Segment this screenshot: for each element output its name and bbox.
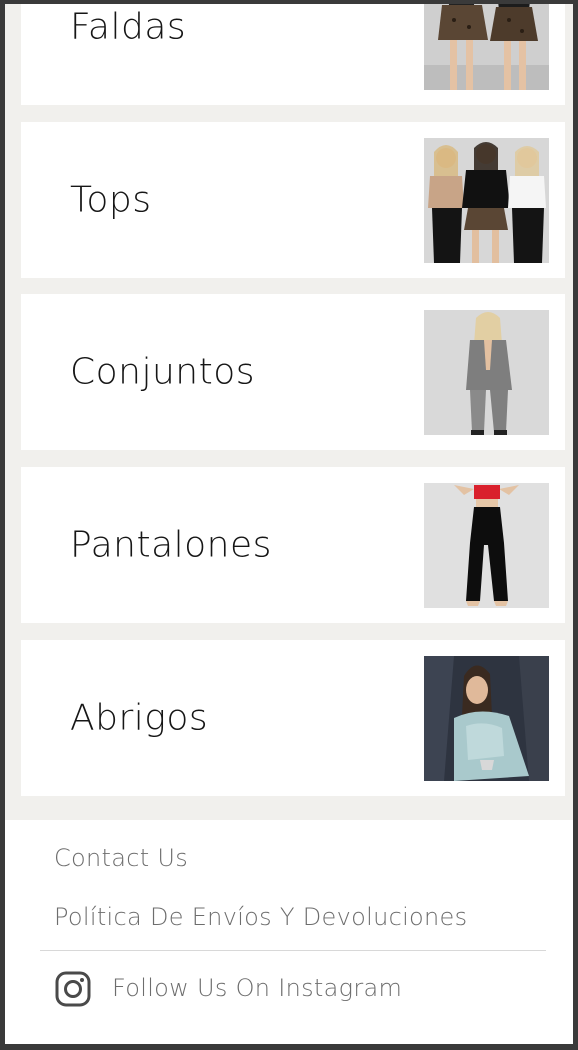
category-label: Pantalones xyxy=(70,524,272,566)
category-list: Faldas Tops Conjuntos Pantalones Abrigos xyxy=(5,4,573,820)
contact-us-link[interactable]: Contact Us xyxy=(54,844,188,872)
footer-divider xyxy=(40,950,546,951)
category-card-pantalones[interactable]: Pantalones xyxy=(21,467,565,623)
category-label: Conjuntos xyxy=(70,351,256,393)
category-card-faldas[interactable]: Faldas xyxy=(21,4,565,105)
category-image-faldas xyxy=(424,4,549,90)
category-image-tops xyxy=(424,138,549,263)
category-card-conjuntos[interactable]: Conjuntos xyxy=(21,294,565,450)
category-label: Tops xyxy=(70,179,152,221)
shipping-returns-policy-link[interactable]: Política De Envíos Y Devoluciones xyxy=(54,903,467,931)
category-card-abrigos[interactable]: Abrigos xyxy=(21,640,565,796)
category-image-pantalones xyxy=(424,483,549,608)
category-label: Faldas xyxy=(70,6,187,48)
category-card-tops[interactable]: Tops xyxy=(21,122,565,278)
footer: Contact Us Política De Envíos Y Devoluci… xyxy=(5,820,573,1044)
category-image-conjuntos xyxy=(424,310,549,435)
category-label: Abrigos xyxy=(70,697,209,739)
instagram-label: Follow Us On Instagram xyxy=(112,974,403,1002)
instagram-icon xyxy=(55,971,91,1007)
app-frame: Faldas Tops Conjuntos Pantalones Abrigos… xyxy=(5,4,573,1044)
category-image-abrigos xyxy=(424,656,549,781)
